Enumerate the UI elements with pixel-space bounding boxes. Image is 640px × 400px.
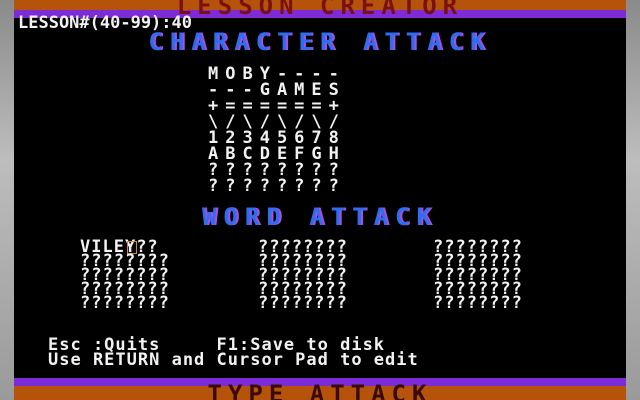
bottom-title-band: TYPE ATTACK (14, 378, 626, 400)
word-column-2[interactable]: ???????? ???????? ???????? ???????? ????… (258, 239, 348, 312)
left-border (0, 0, 14, 400)
right-border (626, 0, 640, 400)
screen: LESSON CREATOR LESSON#(40-99):40 CHARACT… (0, 0, 640, 400)
word-column-3[interactable]: ???????? ???????? ???????? ???????? ????… (433, 239, 523, 312)
word-column-1[interactable]: VILEY?? ???????? ???????? ???????? ?????… (80, 239, 170, 312)
character-row[interactable]: ???????? (208, 178, 346, 195)
word-entry[interactable]: ???????? (258, 295, 348, 312)
word-entry[interactable]: ???????? (80, 295, 170, 312)
character-grid[interactable]: MOBY---- ---GAMES +======+ \/\/\/\/ 1234… (208, 66, 346, 195)
word-attack-heading: WORD ATTACK (202, 203, 438, 231)
word-entry[interactable]: ???????? (433, 295, 523, 312)
footer-edit-hint: Use RETURN and Cursor Pad to edit (48, 350, 419, 370)
character-attack-heading: CHARACTER ATTACK (148, 28, 492, 56)
program-title: TYPE ATTACK (207, 380, 433, 400)
